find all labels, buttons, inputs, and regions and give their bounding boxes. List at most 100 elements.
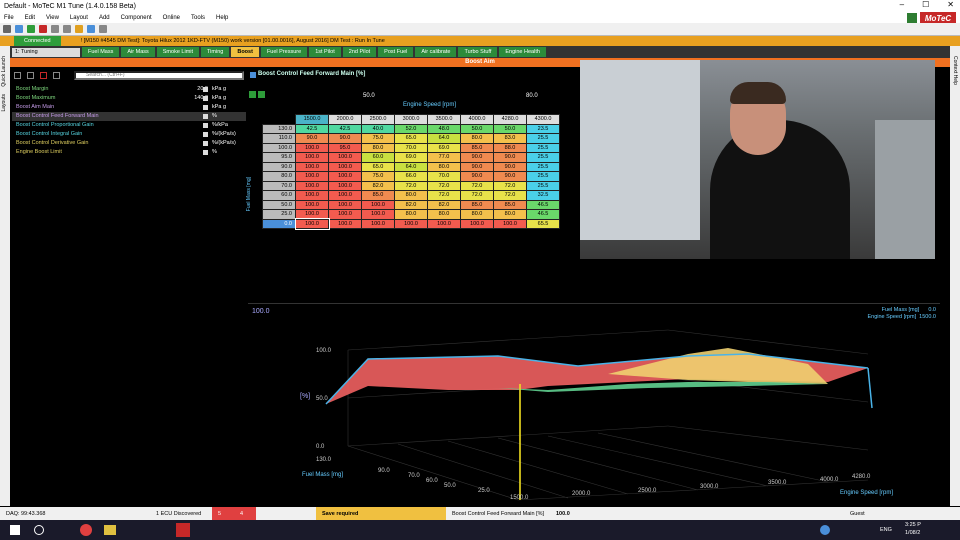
- table-cell[interactable]: 42.5: [295, 123, 329, 134]
- table-cell[interactable]: 80.0: [460, 209, 494, 220]
- table-cell[interactable]: 52.0: [394, 123, 428, 134]
- table-cell[interactable]: 25.5: [526, 171, 560, 182]
- minimize-button[interactable]: –: [900, 0, 904, 9]
- table-cell[interactable]: 100.0: [295, 199, 329, 210]
- table-cell[interactable]: 100.0: [295, 152, 329, 163]
- table-cell[interactable]: 100.0: [294, 218, 330, 230]
- prev-arrow-icon[interactable]: [249, 91, 256, 98]
- table-cell[interactable]: 40.0: [361, 123, 395, 134]
- table-cell[interactable]: 80.0: [394, 190, 428, 201]
- error-count[interactable]: 5: [212, 507, 234, 520]
- menu-item-online[interactable]: Online: [163, 15, 180, 21]
- channel-checkbox[interactable]: [203, 141, 208, 146]
- maximize-button[interactable]: ☐: [922, 0, 929, 9]
- trend-icon[interactable]: [27, 72, 34, 79]
- channel-checkbox[interactable]: [203, 114, 208, 119]
- table-cell[interactable]: 46.5: [526, 199, 560, 210]
- table-cell[interactable]: 100.0: [295, 142, 329, 153]
- table-cell[interactable]: 25.5: [526, 180, 560, 191]
- table-cell[interactable]: 85.0: [361, 190, 395, 201]
- tools-icon[interactable]: [99, 25, 107, 33]
- channel-checkbox[interactable]: [203, 105, 208, 110]
- table-cell[interactable]: 25.5: [526, 161, 560, 172]
- flag-icon[interactable]: [75, 25, 83, 33]
- table-cell[interactable]: 90.0: [328, 133, 362, 144]
- table-cell[interactable]: 100.0: [460, 218, 494, 229]
- feed-forward-table[interactable]: 1500.0 2000.0 2500.0 3000.0 3500.0 4000.0 4280…: [262, 114, 560, 230]
- warning-count[interactable]: 4: [234, 507, 256, 520]
- row-header[interactable]: 90.0: [262, 161, 296, 172]
- table-cell[interactable]: 75.0: [361, 133, 395, 144]
- workspace-selector[interactable]: 1: Tuning: [12, 47, 80, 57]
- table-cell[interactable]: 65.0: [361, 161, 395, 172]
- table-cell[interactable]: 69.0: [394, 152, 428, 163]
- undo-icon[interactable]: [51, 25, 59, 33]
- channel-row[interactable]: Boost Maximum 140.0 kPa g: [12, 94, 246, 103]
- table-cell[interactable]: 100.0: [295, 190, 329, 201]
- row-header[interactable]: 95.0: [262, 152, 296, 163]
- column-header[interactable]: 1500.0: [295, 114, 329, 125]
- table-cell[interactable]: 100.0: [328, 199, 362, 210]
- tab-2nd-pilot[interactable]: 2nd Pilot: [342, 47, 377, 57]
- surface-plot[interactable]: [%] 100.0 50.0 0.0 130.0 90.0 70.0 60.0 50.0 25…: [248, 304, 940, 508]
- table-cell[interactable]: 100.0: [328, 190, 362, 201]
- refresh-icon[interactable]: [907, 13, 917, 23]
- table-cell[interactable]: 100.0: [295, 161, 329, 172]
- table-cell[interactable]: 25.5: [526, 142, 560, 153]
- table-cell[interactable]: 72.0: [427, 190, 461, 201]
- table-cell[interactable]: 23.5: [526, 123, 560, 134]
- table-cell[interactable]: 72.0: [460, 180, 494, 191]
- table-cell[interactable]: 66.0: [394, 171, 428, 182]
- channel-row[interactable]: Boost Control Derivative Gain %/(kPa/s): [12, 139, 246, 148]
- table-cell[interactable]: 100.0: [295, 180, 329, 191]
- save-required[interactable]: Save required: [316, 507, 446, 520]
- menu-item-tools[interactable]: Tools: [191, 15, 205, 21]
- channel-row[interactable]: Boost Control Feed Forward Main%: [12, 112, 246, 121]
- list-view-icon[interactable]: [14, 72, 21, 79]
- table-cell[interactable]: 100.0: [328, 161, 362, 172]
- table-cell[interactable]: 95.0: [328, 142, 362, 153]
- motec-app-icon[interactable]: [176, 523, 190, 537]
- row-header[interactable]: 50.0: [262, 199, 296, 210]
- table-cell[interactable]: 72.0: [427, 180, 461, 191]
- menu-item-view[interactable]: View: [46, 15, 59, 21]
- channel-row[interactable]: Boost Margin20.0kPa g: [12, 85, 246, 94]
- table-cell[interactable]: 65.0: [394, 133, 428, 144]
- table-cell[interactable]: 65.5: [526, 218, 560, 229]
- table-cell[interactable]: 25.5: [526, 152, 560, 163]
- channel-checkbox[interactable]: [203, 87, 208, 92]
- search-input[interactable]: [74, 71, 244, 80]
- menu-item-file[interactable]: File: [4, 15, 14, 21]
- browser-icon[interactable]: [80, 524, 92, 536]
- table-cell[interactable]: 72.0: [460, 190, 494, 201]
- table-cell[interactable]: 80.0: [460, 133, 494, 144]
- tab-engine-health[interactable]: Engine Health: [499, 47, 546, 57]
- search-icon[interactable]: [34, 525, 44, 535]
- table-cell[interactable]: 80.0: [427, 161, 461, 172]
- table-cell[interactable]: 100.0: [394, 218, 428, 229]
- table-cell[interactable]: 72.0: [394, 180, 428, 191]
- table-cell[interactable]: 75.0: [361, 171, 395, 182]
- channel-row[interactable]: Engine Boost Limit%: [12, 148, 246, 157]
- table-cell[interactable]: 100.0: [328, 218, 362, 229]
- table-cell[interactable]: 100.0: [328, 180, 362, 191]
- table-cell[interactable]: 100.0: [328, 209, 362, 220]
- table-cell[interactable]: 100.0: [493, 218, 527, 229]
- channel-row[interactable]: Boost Aim Main kPa g: [12, 103, 246, 112]
- tray-icon[interactable]: [820, 525, 830, 535]
- column-header[interactable]: 2500.0: [361, 114, 395, 125]
- channel-row[interactable]: Boost Control Proportional Gain %/kPa: [12, 121, 246, 130]
- table-cell[interactable]: 82.0: [394, 199, 428, 210]
- table-cell[interactable]: 100.0: [361, 199, 395, 210]
- layouts-tab[interactable]: Layouts: [1, 94, 7, 112]
- table-cell[interactable]: 46.5: [526, 209, 560, 220]
- row-header[interactable]: 80.0: [262, 171, 296, 182]
- tab-post-fuel[interactable]: Post Fuel: [378, 47, 414, 57]
- table-cell[interactable]: 77.0: [427, 152, 461, 163]
- channel-checkbox[interactable]: [203, 96, 208, 101]
- table-cell[interactable]: 50.0: [493, 123, 527, 134]
- redo-icon[interactable]: [63, 25, 71, 33]
- table-cell[interactable]: 90.0: [493, 171, 527, 182]
- tab-boost[interactable]: Boost: [231, 47, 259, 57]
- menu-item-add[interactable]: Add: [99, 15, 110, 21]
